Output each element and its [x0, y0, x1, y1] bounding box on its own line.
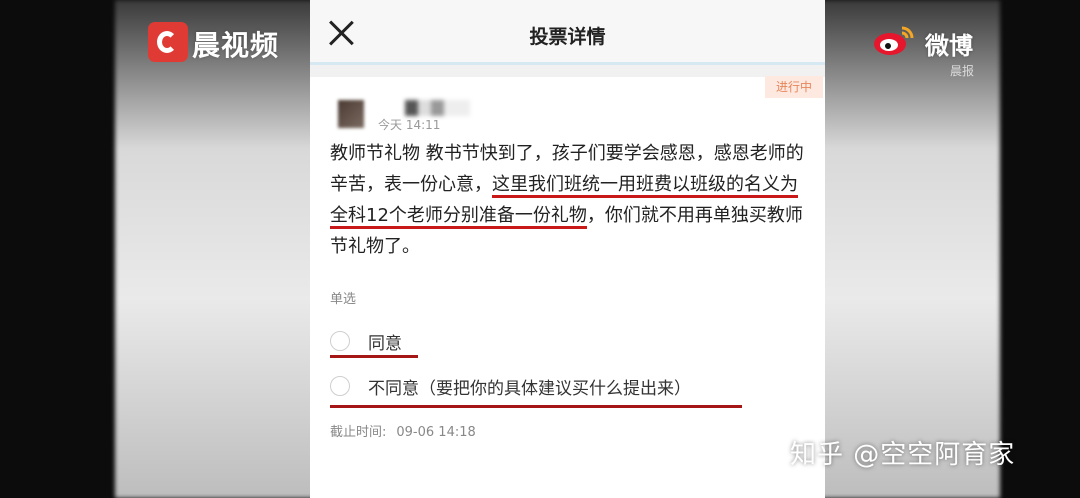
- avatar: [338, 100, 364, 128]
- zhihu-watermark: 知乎 @空空阿育家: [790, 440, 1016, 470]
- top-navigation-bar: 投票详情: [310, 0, 825, 65]
- poll-option-disagree[interactable]: 不同意（要把你的具体建议买什么提出来）: [330, 370, 750, 408]
- post-time: 今天 14:11: [378, 118, 441, 132]
- weibo-logo-icon: [874, 26, 914, 55]
- poll-option-agree[interactable]: 同意: [330, 325, 450, 358]
- radio-circle-icon[interactable]: [330, 376, 350, 396]
- right-logo-subtext: 晨报: [950, 64, 975, 78]
- deadline-label: 截止时间:: [330, 425, 387, 440]
- option-label: 不同意（要把你的具体建议买什么提出来）: [368, 379, 691, 399]
- red-underline-mark: [330, 355, 418, 358]
- status-badge: 进行中: [765, 76, 823, 98]
- blurred-username: [405, 100, 470, 116]
- page-title: 投票详情: [529, 26, 606, 48]
- blurred-background-left: [115, 0, 315, 498]
- post-content: 教师节礼物 教书节快到了，孩子们要学会感恩，感恩老师的辛苦，表一份心意，这里我们…: [330, 138, 810, 262]
- radio-circle-icon[interactable]: [330, 331, 350, 351]
- option-label: 同意: [368, 334, 402, 354]
- deadline: 截止时间: 09-06 14:18: [330, 421, 486, 440]
- right-logo-text: 微博: [925, 32, 973, 60]
- phone-screen: 投票详情 进行中 今天 14:11 教师节礼物 教书节快到了，孩子们要学会感恩，…: [310, 0, 825, 498]
- deadline-value: 09-06 14:18: [396, 425, 476, 440]
- left-logo-text: 晨视频: [192, 29, 280, 62]
- red-underline-mark: [330, 405, 742, 408]
- poll-type-label: 单选: [330, 292, 357, 307]
- section-divider: [310, 65, 825, 77]
- video-app-logo-icon: [148, 22, 188, 62]
